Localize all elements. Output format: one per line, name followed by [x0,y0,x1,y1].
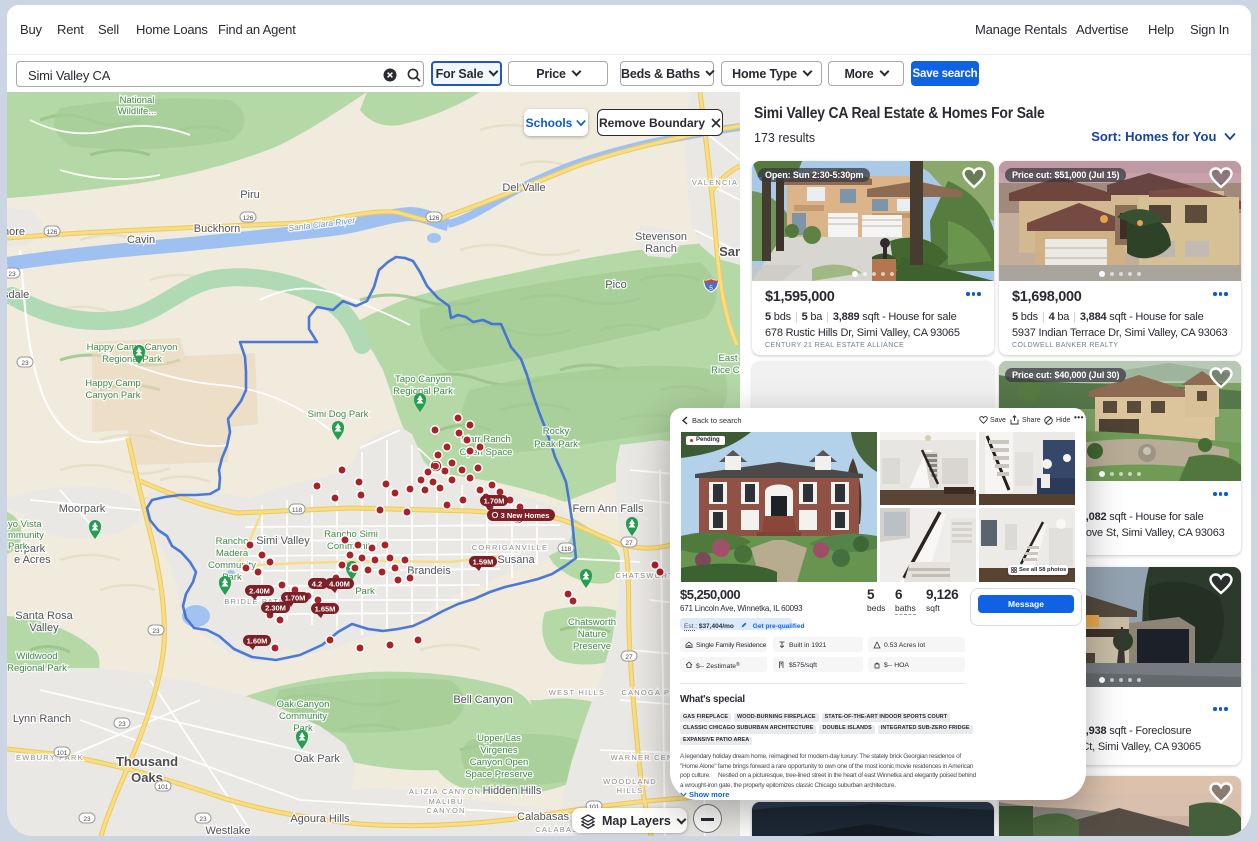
svg-text:East: East [718,353,737,364]
svg-text:Thousand: Thousand [116,754,178,769]
svg-text:HILLS: HILLS [617,786,644,795]
svg-text:4.00M: 4.00M [329,580,350,589]
svg-text:Chatsworth: Chatsworth [568,617,616,628]
svg-text:Rancho: Rancho [216,536,249,547]
svg-text:Santa Rosa: Santa Rosa [15,610,73,622]
svg-text:101: 101 [158,784,169,791]
svg-text:Regional Park: Regional Park [102,354,162,365]
svg-text:Stevenson: Stevenson [635,231,687,243]
svg-text:23: 23 [8,271,16,278]
svg-text:Simi Valley: Simi Valley [256,535,310,547]
svg-text:National: National [120,95,155,106]
svg-text:Del Valle: Del Valle [502,182,545,194]
svg-text:Canyon Open: Canyon Open [470,757,529,768]
svg-text:23: 23 [152,628,160,635]
svg-text:1.60M: 1.60M [247,637,268,646]
svg-text:CORRIGANVILLE: CORRIGANVILLE [472,543,548,552]
svg-text:Peak Park: Peak Park [534,439,578,450]
svg-text:23: 23 [118,721,126,728]
svg-text:CANYON: CANYON [426,806,465,815]
svg-text:Calabasas: Calabasas [517,811,569,823]
svg-text:Pico: Pico [605,279,626,291]
svg-text:Madera: Madera [216,548,249,559]
svg-text:Nature: Nature [578,629,607,640]
svg-text:Cavin: Cavin [127,234,155,246]
svg-text:Bell Canyon: Bell Canyon [453,694,512,706]
svg-text:126: 126 [47,229,58,236]
svg-text:1.59M: 1.59M [473,558,494,567]
svg-text:Valley: Valley [29,622,59,634]
svg-text:VALENCIA: VALENCIA [692,178,738,187]
svg-text:Wildlife...: Wildlife... [118,106,157,117]
svg-text:118: 118 [292,507,303,514]
svg-text:Community: Community [279,711,327,722]
svg-text:Buckhorn: Buckhorn [194,223,240,235]
svg-text:Tapo Canyon: Tapo Canyon [395,374,451,385]
svg-text:126: 126 [429,215,440,222]
svg-text:2.40M: 2.40M [249,587,270,596]
svg-text:5: 5 [709,285,713,292]
svg-text:118: 118 [561,546,572,553]
svg-text:23: 23 [83,816,91,823]
svg-text:Simi Dog Park: Simi Dog Park [308,409,369,420]
svg-text:e Acres: e Acres [14,554,51,566]
svg-text:Wildwood: Wildwood [16,651,57,662]
svg-text:Rocky: Rocky [543,426,570,437]
svg-text:1.70M: 1.70M [484,497,505,506]
svg-text:mmunity: mmunity [8,530,44,541]
svg-text:Rancho Simi: Rancho Simi [324,529,378,540]
svg-text:23: 23 [199,816,207,823]
svg-text:23: 23 [21,360,29,367]
svg-text:San: San [719,244,740,259]
svg-text:126: 126 [243,215,254,222]
svg-text:Park: Park [355,586,375,597]
svg-text:Rice Ca: Rice Ca [711,365,740,376]
svg-text:101: 101 [57,750,68,757]
svg-text:Park: Park [8,541,28,552]
svg-text:3 New Homes: 3 New Homes [501,511,550,520]
svg-text:Ranch: Ranch [645,243,677,255]
svg-text:Space Preserve: Space Preserve [465,769,533,780]
svg-text:Agoura Hills: Agoura Hills [290,813,350,825]
svg-text:27: 27 [625,654,633,661]
svg-text:Happy Camp: Happy Camp [85,378,140,389]
svg-text:2.30M: 2.30M [265,604,286,613]
svg-text:WOODLAND: WOODLAND [603,777,657,786]
svg-text:Virgenes: Virgenes [480,745,518,756]
svg-text:1.65M: 1.65M [315,605,336,614]
svg-text:Canyon Park: Canyon Park [86,390,141,401]
svg-text:yo Vista: yo Vista [8,519,42,530]
svg-text:Hidden Hills: Hidden Hills [483,785,542,797]
svg-text:Fern Ann Falls: Fern Ann Falls [573,503,644,515]
svg-text:EWBURY PARK: EWBURY PARK [16,753,84,762]
svg-text:Happy Camp Canyon: Happy Camp Canyon [87,342,178,353]
svg-text:MALIBU: MALIBU [428,797,463,806]
svg-text:nore: nore [7,226,25,238]
svg-text:27: 27 [625,540,633,547]
svg-text:Upper Las: Upper Las [477,733,521,744]
svg-text:Oak Canyon: Oak Canyon [277,699,330,710]
svg-text:Preserve: Preserve [573,641,611,652]
svg-text:Westlake: Westlake [205,825,250,836]
svg-text:Susana: Susana [497,554,535,566]
svg-text:Moorpark: Moorpark [59,503,106,515]
svg-text:1.70M: 1.70M [285,594,306,603]
svg-text:WEST HILLS: WEST HILLS [549,688,605,697]
svg-text:Piru: Piru [240,189,260,201]
svg-text:Regional Park: Regional Park [7,663,67,674]
svg-text:sdale: sdale [7,289,29,301]
svg-text:Lynn Ranch: Lynn Ranch [13,713,71,725]
svg-text:ALIZIA CANYON: ALIZIA CANYON [409,787,481,796]
svg-text:4.2: 4.2 [312,580,322,589]
svg-text:Oak Park: Oak Park [294,753,340,765]
